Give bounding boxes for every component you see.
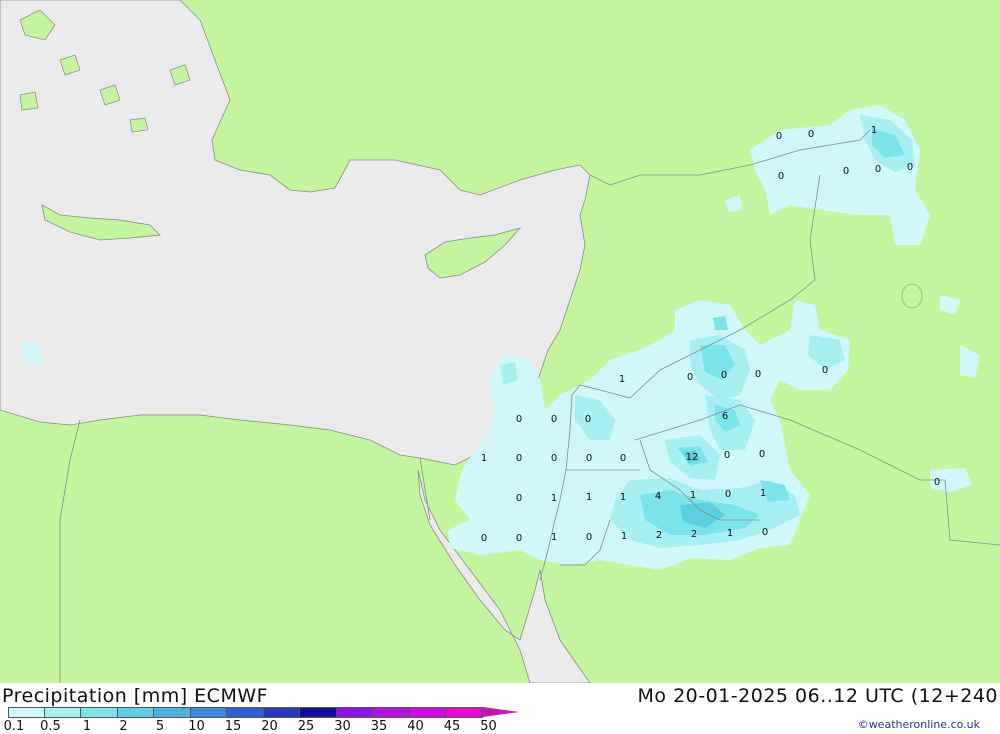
value-label: 0 [762, 527, 768, 538]
value-label: 6 [722, 411, 728, 422]
value-label: 1 [586, 492, 592, 503]
value-label: 0 [725, 489, 731, 500]
value-label: 0 [516, 414, 522, 425]
colorbar-label: 15 [224, 719, 242, 734]
value-label: 1 [619, 374, 625, 385]
colorbar-label: 50 [480, 719, 497, 734]
value-label: 0 [481, 533, 487, 544]
map-footer: Precipitation [mm] ECMWF Mo 20-01-2025 0… [0, 683, 1000, 734]
value-label: 0 [620, 453, 626, 464]
value-label: 0 [586, 453, 592, 464]
value-label: 2 [656, 530, 662, 541]
colorbar-label: 40 [407, 719, 424, 734]
colorbar-label: 45 [443, 719, 461, 734]
colorbar-cell [409, 707, 446, 718]
colorbar-label: 35 [370, 719, 388, 734]
colorbar-label: 1 [82, 719, 92, 734]
colorbar-cell [117, 707, 154, 718]
value-label: 1 [481, 453, 487, 464]
value-label: 0 [843, 166, 849, 177]
value-label: 0 [721, 370, 727, 381]
colorbar-cell [336, 707, 373, 718]
value-label: 0 [907, 162, 913, 173]
colorbar-label: 0.5 [40, 719, 61, 734]
value-label: 1 [727, 528, 733, 539]
value-label: 1 [621, 531, 627, 542]
value-label: 2 [691, 529, 697, 540]
colorbar-label: 25 [297, 719, 315, 734]
value-label: 0 [687, 372, 693, 383]
value-label: 0 [934, 477, 940, 488]
value-label: 0 [875, 164, 881, 175]
value-label: 0 [755, 369, 761, 380]
value-label: 0 [585, 414, 591, 425]
value-label: 1 [690, 490, 696, 501]
value-label: 0 [551, 414, 557, 425]
colorbar-label: 20 [261, 719, 278, 734]
colorbar-label: 2 [119, 719, 128, 734]
value-label: 0 [759, 449, 765, 460]
colorbar-cell [81, 707, 118, 718]
value-label: 0 [808, 129, 814, 140]
lake [901, 283, 923, 309]
value-label: 0 [822, 365, 828, 376]
value-label: 0 [516, 453, 522, 464]
value-label: 0 [724, 450, 730, 461]
colorbar-cell [154, 707, 191, 718]
value-label: 0 [586, 532, 592, 543]
colorbar-cell [446, 707, 483, 718]
colorbar-cell [190, 707, 227, 718]
colorbar-label: 5 [155, 719, 165, 734]
map-title: Precipitation [mm] ECMWF [2, 685, 269, 707]
value-label: 4 [655, 491, 661, 502]
value-label: 1 [620, 492, 626, 503]
colorbar-cell [8, 707, 45, 718]
colorbar-label: 10 [188, 719, 205, 734]
credit-link[interactable]: ©weatheronline.co.uk [858, 718, 980, 731]
value-label: 0 [778, 171, 784, 182]
colorbar-arrow [482, 707, 519, 717]
value-label: 0 [516, 493, 522, 504]
colorbar-cell [373, 707, 410, 718]
precipitation-map: 0 0 1 0 0 0 0 1 0 0 0 0 0 0 0 6 1 0 0 0 … [0, 0, 1000, 683]
precip-colorbar [8, 707, 519, 718]
colorbar-cell [44, 707, 81, 718]
value-label: 1 [760, 488, 766, 499]
value-label: 12 [686, 452, 699, 463]
colorbar-cell [227, 707, 264, 718]
value-label: 1 [551, 493, 557, 504]
colorbar-cell [263, 707, 300, 718]
colorbar-label: 30 [334, 719, 351, 734]
value-label: 0 [551, 453, 557, 464]
value-label: 0 [516, 533, 522, 544]
valid-time: Mo 20-01-2025 06..12 UTC (12+240 [637, 685, 998, 707]
value-label: 0 [776, 131, 782, 142]
colorbar-cell [300, 707, 337, 718]
colorbar-label: 0.1 [3, 719, 25, 734]
value-label: 1 [551, 532, 557, 543]
value-label: 1 [871, 125, 877, 136]
